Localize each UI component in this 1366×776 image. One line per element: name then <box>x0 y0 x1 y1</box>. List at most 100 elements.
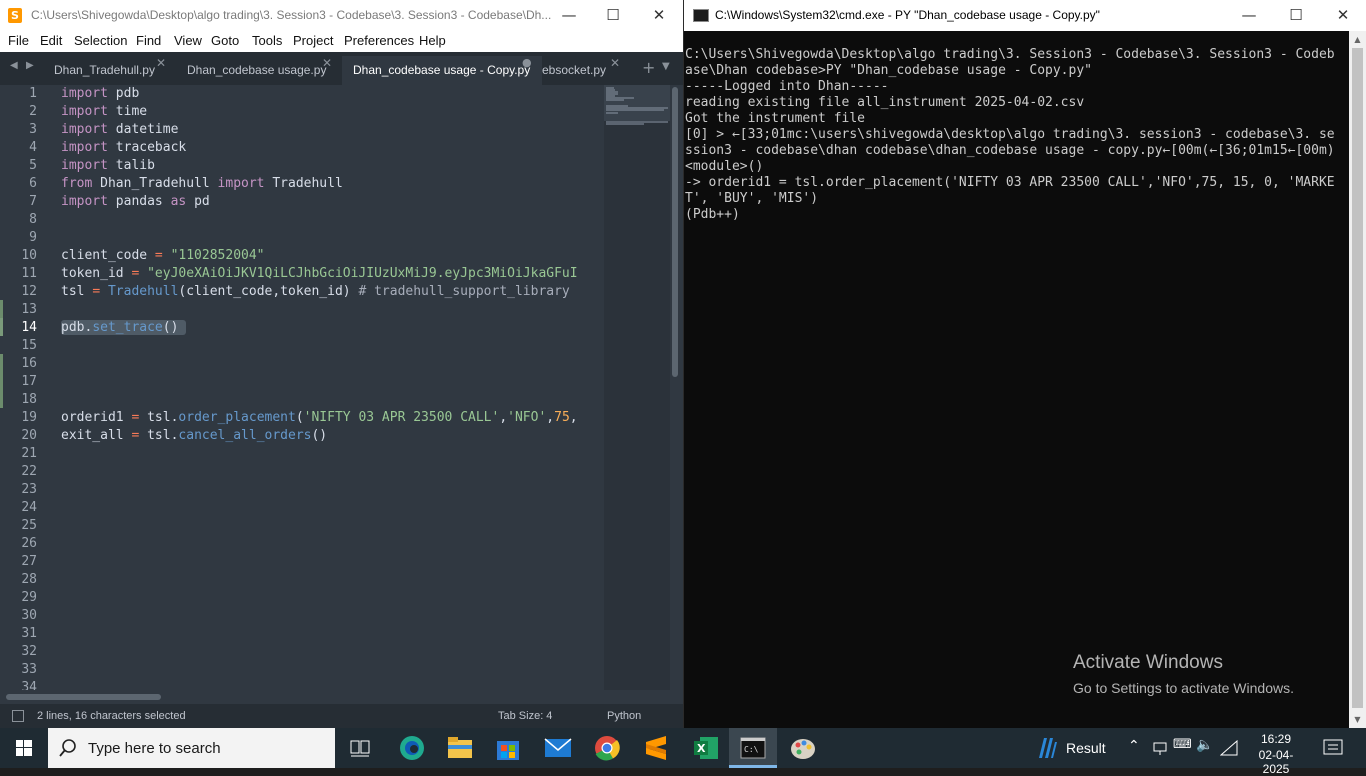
task-view-icon[interactable] <box>350 738 370 758</box>
line-number: 18 <box>21 392 37 407</box>
file-explorer-icon[interactable] <box>446 735 474 761</box>
line-number: 24 <box>21 500 37 515</box>
tab-size-status[interactable]: Tab Size: 4 <box>498 710 552 722</box>
close-button[interactable]: ✕ <box>636 0 682 31</box>
line-number: 11 <box>21 266 37 281</box>
terminal-line: ssion3 - codebase\dhan codebase\dhan_cod… <box>685 143 1335 158</box>
minimize-button[interactable]: — <box>546 0 592 31</box>
line-number: 2 <box>29 104 37 119</box>
horizontal-scrollbar[interactable] <box>0 690 670 704</box>
chrome-browser-icon[interactable] <box>593 734 621 762</box>
search-icon <box>59 739 76 757</box>
wifi-signal-icon[interactable] <box>1220 740 1238 756</box>
selection-status: 2 lines, 16 characters selected <box>37 710 186 722</box>
minimize-button[interactable]: — <box>1226 0 1272 31</box>
code-line: import pandas as pd <box>61 194 210 209</box>
line-number: 1 <box>29 86 37 101</box>
network-icon[interactable] <box>1152 740 1168 756</box>
taskbar: Type here to search X C:\ Result ⌃ ⌨ 🔈 1… <box>0 728 1366 776</box>
text-selection: pdb.set_trace() <box>61 320 187 335</box>
tab-label: ebsocket.py <box>542 63 607 77</box>
tab-websocket[interactable]: ebsocket.py ✕ <box>542 56 630 85</box>
cmd-window-title: C:\Windows\System32\cmd.exe - PY "Dhan_c… <box>715 8 1100 22</box>
maximize-button[interactable]: ☐ <box>1273 0 1319 31</box>
mail-icon[interactable] <box>544 736 572 760</box>
svg-text:C:\: C:\ <box>744 745 759 754</box>
line-number-gutter[interactable]: 1 2 3 4 5 6 7 8 9 10 11 12 13 14 15 16 1… <box>0 85 55 695</box>
sublime-titlebar[interactable]: S C:\Users\Shivegowda\Desktop\algo tradi… <box>0 0 683 31</box>
code-line: import pdb <box>61 86 140 101</box>
code-line: client_code = "1102852004" <box>61 248 265 263</box>
tab-dhan-tradehull[interactable]: Dhan_Tradehull.py ✕ <box>42 56 174 85</box>
clock[interactable]: 16:29 02-04-2025 <box>1246 732 1306 776</box>
panel-toggle-icon[interactable] <box>12 710 24 722</box>
tab-scroll-left-icon[interactable]: ◀ <box>10 60 18 71</box>
menu-selection[interactable]: Selection <box>74 33 127 48</box>
line-number: 31 <box>21 626 37 641</box>
tab-dhan-codebase-usage-copy[interactable]: Dhan_codebase usage - Copy.py ● <box>342 56 542 85</box>
chevron-up-icon[interactable]: ⌃ <box>1128 738 1140 754</box>
cmd-taskbar-button[interactable]: C:\ <box>729 728 777 768</box>
line-number-current: 14 <box>21 320 37 335</box>
line-number: 19 <box>21 410 37 425</box>
menu-tools[interactable]: Tools <box>252 33 282 48</box>
line-number: 5 <box>29 158 37 173</box>
tab-close-icon[interactable]: ✕ <box>322 56 332 70</box>
tab-close-icon[interactable]: ✕ <box>610 56 620 70</box>
cmd-scrollbar[interactable]: ▲ ▼ <box>1349 31 1366 728</box>
line-number: 25 <box>21 518 37 533</box>
menu-edit[interactable]: Edit <box>40 33 62 48</box>
language-ime-icon[interactable]: ⌨ <box>1173 737 1192 752</box>
tab-list-dropdown-icon[interactable]: ▼ <box>662 61 670 72</box>
maximize-button[interactable]: ☐ <box>590 0 636 31</box>
start-button[interactable] <box>0 728 48 768</box>
line-number: 3 <box>29 122 37 137</box>
paint-icon[interactable] <box>789 734 817 762</box>
line-number: 32 <box>21 644 37 659</box>
cmd-titlebar[interactable]: C:\Windows\System32\cmd.exe - PY "Dhan_c… <box>684 0 1366 31</box>
volume-icon[interactable]: 🔈 <box>1196 737 1213 753</box>
code-line: import talib <box>61 158 155 173</box>
sublime-logo-icon: S <box>8 8 22 23</box>
line-number: 23 <box>21 482 37 497</box>
new-tab-plus-icon[interactable]: + <box>642 58 655 77</box>
vertical-scrollbar[interactable] <box>670 85 683 690</box>
menu-file[interactable]: File <box>8 33 29 48</box>
tab-scroll-right-icon[interactable]: ▶ <box>26 60 34 71</box>
terminal-output[interactable]: C:\Users\Shivegowda\Desktop\algo trading… <box>685 47 1349 727</box>
syntax-status[interactable]: Python <box>607 710 641 722</box>
scrollbar-thumb[interactable] <box>6 694 161 700</box>
tab-dhan-codebase-usage[interactable]: Dhan_codebase usage.py ✕ <box>174 56 342 85</box>
close-button[interactable]: ✕ <box>1320 0 1366 31</box>
line-number: 10 <box>21 248 37 263</box>
code-editor[interactable]: import pdb import time import datetime i… <box>61 85 604 690</box>
weather-widget-icon[interactable] <box>1036 736 1058 760</box>
line-number: 27 <box>21 554 37 569</box>
scrollbar-thumb[interactable] <box>672 87 678 377</box>
minimap[interactable] <box>604 85 670 690</box>
menu-help[interactable]: Help <box>419 33 446 48</box>
terminal-line: C:\Users\Shivegowda\Desktop\algo trading… <box>685 47 1335 62</box>
microsoft-store-icon[interactable] <box>494 734 522 762</box>
weather-widget-label[interactable]: Result <box>1066 740 1106 756</box>
menu-find[interactable]: Find <box>136 33 161 48</box>
tab-close-icon[interactable]: ✕ <box>156 56 166 70</box>
tab-bar: ◀ ▶ Dhan_Tradehull.py ✕ Dhan_codebase us… <box>0 52 683 85</box>
scroll-down-icon[interactable]: ▼ <box>1349 711 1366 728</box>
sublime-text-taskbar-icon[interactable] <box>643 734 669 762</box>
pdb-prompt[interactable]: (Pdb++) <box>685 207 740 223</box>
line-number: 13 <box>21 302 37 317</box>
menu-view[interactable]: View <box>174 33 202 48</box>
line-number: 26 <box>21 536 37 551</box>
terminal-line: -----Logged into Dhan----- <box>685 79 889 94</box>
menu-preferences[interactable]: Preferences <box>344 33 414 48</box>
menu-project[interactable]: Project <box>293 33 333 48</box>
taskbar-search-box[interactable]: Type here to search <box>48 728 335 768</box>
scroll-up-icon[interactable]: ▲ <box>1349 31 1366 48</box>
edge-browser-icon[interactable] <box>398 734 426 762</box>
tab-unsaved-dot-icon[interactable]: ● <box>522 56 532 69</box>
notification-center-icon[interactable] <box>1323 739 1343 757</box>
excel-icon[interactable]: X <box>692 734 720 762</box>
scrollbar-thumb[interactable] <box>1352 48 1363 708</box>
menu-goto[interactable]: Goto <box>211 33 239 48</box>
